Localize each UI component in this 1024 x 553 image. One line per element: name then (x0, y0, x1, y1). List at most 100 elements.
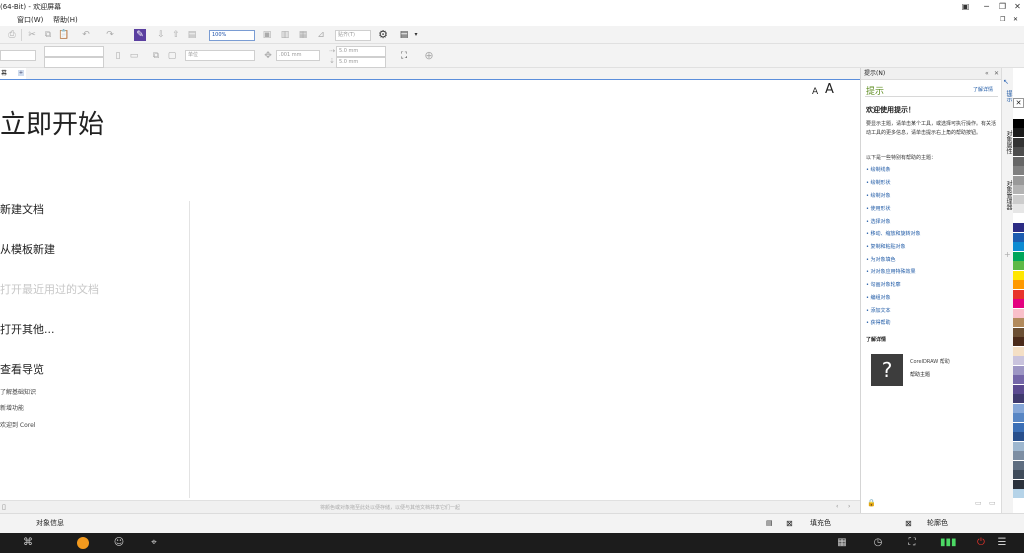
color-swatch[interactable] (1013, 337, 1024, 347)
color-swatch[interactable] (1013, 109, 1024, 119)
export-icon[interactable]: ⇧ (170, 29, 182, 41)
topic-link[interactable]: • 绘制形状 (866, 179, 891, 186)
color-swatch[interactable] (1013, 261, 1024, 271)
show-grid-icon[interactable]: ▦ (297, 29, 309, 41)
menu-icon[interactable]: ☰ (996, 537, 1008, 549)
color-swatch[interactable] (1013, 479, 1024, 490)
close-tab-icon[interactable]: + (18, 70, 24, 76)
outline-none-icon[interactable]: ⊠ (905, 514, 912, 533)
color-proof-icon[interactable]: ▤ (766, 514, 773, 533)
duplicate-y-input[interactable]: 5.0 mm (336, 57, 386, 68)
color-swatch[interactable] (1013, 223, 1024, 233)
options-gear-icon[interactable]: ⚙ (377, 29, 389, 41)
color-swatch[interactable] (1013, 432, 1024, 442)
topic-link[interactable]: • 绘制对象 (866, 192, 891, 199)
open-other-link[interactable]: 打开其他... (0, 321, 55, 337)
restore-icon[interactable]: ❐ (998, 2, 1007, 11)
bleed-frame-icon[interactable]: ⛶ (398, 50, 410, 62)
color-swatch[interactable] (1013, 194, 1024, 205)
mdi-restore-icon[interactable]: ❐ (1000, 14, 1005, 26)
topic-link[interactable]: • 绘制线条 (866, 166, 891, 173)
snap-to-dropdown[interactable]: 贴齐(T) (335, 30, 371, 41)
basics-link[interactable]: 了解基础知识 (0, 387, 36, 396)
app-icon[interactable] (77, 537, 89, 549)
color-swatch[interactable] (1013, 460, 1024, 471)
color-swatch[interactable] (1013, 308, 1024, 319)
redo-icon[interactable]: ↷ (104, 29, 116, 41)
new-from-template-link[interactable]: 从模板新建 (0, 241, 55, 257)
topic-link[interactable]: • 勾画对象轮廓 (866, 281, 901, 288)
learn-more-link[interactable]: 了解详情 (973, 86, 993, 93)
help-topics-link[interactable]: 帮助主题 (910, 371, 930, 378)
cut-icon[interactable]: ✂ (26, 29, 38, 41)
page-size-dropdown[interactable] (0, 50, 36, 61)
topic-link[interactable]: • 选择对象 (866, 218, 891, 225)
target-icon[interactable]: ⌖ (148, 537, 160, 549)
tour-link[interactable]: 查看导览 (0, 361, 44, 377)
nudge-icon[interactable]: ✥ (262, 50, 274, 62)
chevron-down-icon[interactable]: ▾ (410, 29, 422, 41)
timer-icon[interactable]: ◷ (872, 537, 884, 549)
color-swatch[interactable] (1013, 213, 1024, 224)
topic-link[interactable]: • 移动、缩放和旋转对象 (866, 230, 921, 237)
color-swatch[interactable] (1013, 166, 1024, 176)
question-mark-icon[interactable]: ? (871, 354, 903, 386)
current-page-icon[interactable]: ▢ (166, 50, 178, 62)
show-rulers-icon[interactable]: ▥ (279, 29, 291, 41)
color-swatch[interactable] (1013, 118, 1024, 129)
back-icon[interactable]: ▭ (975, 499, 982, 507)
zoom-level-input[interactable]: 100% (209, 30, 255, 41)
docker-close-icon[interactable]: ✕ (994, 70, 999, 77)
search-content-icon[interactable]: ✎ (134, 29, 146, 41)
menu-help[interactable]: 帮助(H) (53, 14, 78, 26)
welcome-corel-link[interactable]: 欢迎到 Corel (0, 420, 35, 429)
color-swatch[interactable] (1013, 147, 1024, 157)
color-swatch[interactable] (1013, 384, 1024, 395)
color-swatch[interactable] (1013, 251, 1024, 262)
app-launcher-icon[interactable]: ▤ (398, 29, 410, 41)
color-swatch[interactable] (1013, 422, 1024, 433)
import-icon[interactable]: ⇩ (155, 29, 167, 41)
chat-icon[interactable]: ⌘ (22, 537, 34, 549)
copy-icon[interactable]: ⧉ (42, 29, 54, 41)
color-swatch[interactable] (1013, 232, 1024, 243)
color-swatch[interactable] (1013, 375, 1024, 385)
page-height-input[interactable] (44, 57, 104, 68)
color-swatch[interactable] (1013, 137, 1024, 148)
color-swatch[interactable] (1013, 356, 1024, 366)
add-page-icon[interactable]: ⊕ (423, 50, 435, 62)
calendar-icon[interactable]: ▦ (836, 537, 848, 549)
color-swatch[interactable] (1013, 327, 1024, 338)
color-swatch[interactable] (1013, 318, 1024, 328)
color-swatch[interactable] (1013, 413, 1024, 423)
menu-window[interactable]: 窗口(W) (17, 14, 43, 26)
topic-link[interactable]: • 获得帮助 (866, 319, 891, 326)
topic-link[interactable]: • 使用形状 (866, 205, 891, 212)
color-swatch[interactable] (1013, 441, 1024, 452)
color-swatch[interactable] (1013, 128, 1024, 138)
whats-new-link[interactable]: 新增功能 (0, 403, 24, 412)
full-screen-icon[interactable]: ▣ (261, 29, 273, 41)
tab-object-manager[interactable]: 对象管理器 (1003, 180, 1013, 210)
color-swatch[interactable] (1013, 156, 1024, 167)
scroll-left-icon[interactable]: ‹ (836, 503, 838, 510)
new-document-link[interactable]: 新建文档 (0, 201, 44, 217)
tab-object-properties[interactable]: 对象属性 (1003, 130, 1013, 154)
color-swatch[interactable] (1013, 451, 1024, 461)
guidelines-icon[interactable]: ⊿ (315, 29, 327, 41)
color-swatch[interactable] (1013, 394, 1024, 404)
all-pages-icon[interactable]: ⧉ (150, 50, 162, 62)
lock-icon[interactable]: 🔒 (867, 499, 876, 507)
user-icon[interactable]: ☺ (113, 537, 125, 549)
topic-link[interactable]: • 为对象填色 (866, 256, 896, 263)
paste-icon[interactable]: 📋 (58, 29, 70, 41)
color-swatch[interactable] (1013, 270, 1024, 281)
color-swatch[interactable] (1013, 242, 1024, 252)
power-icon[interactable]: ⏻ (975, 537, 987, 549)
color-swatch[interactable] (1013, 403, 1024, 414)
color-swatch[interactable] (1013, 204, 1024, 214)
color-swatch[interactable] (1013, 175, 1024, 186)
increase-font-button[interactable]: A (825, 82, 834, 97)
duplicate-x-input[interactable]: 5.0 mm (336, 46, 386, 57)
docker-collapse-icon[interactable]: « (985, 70, 989, 77)
